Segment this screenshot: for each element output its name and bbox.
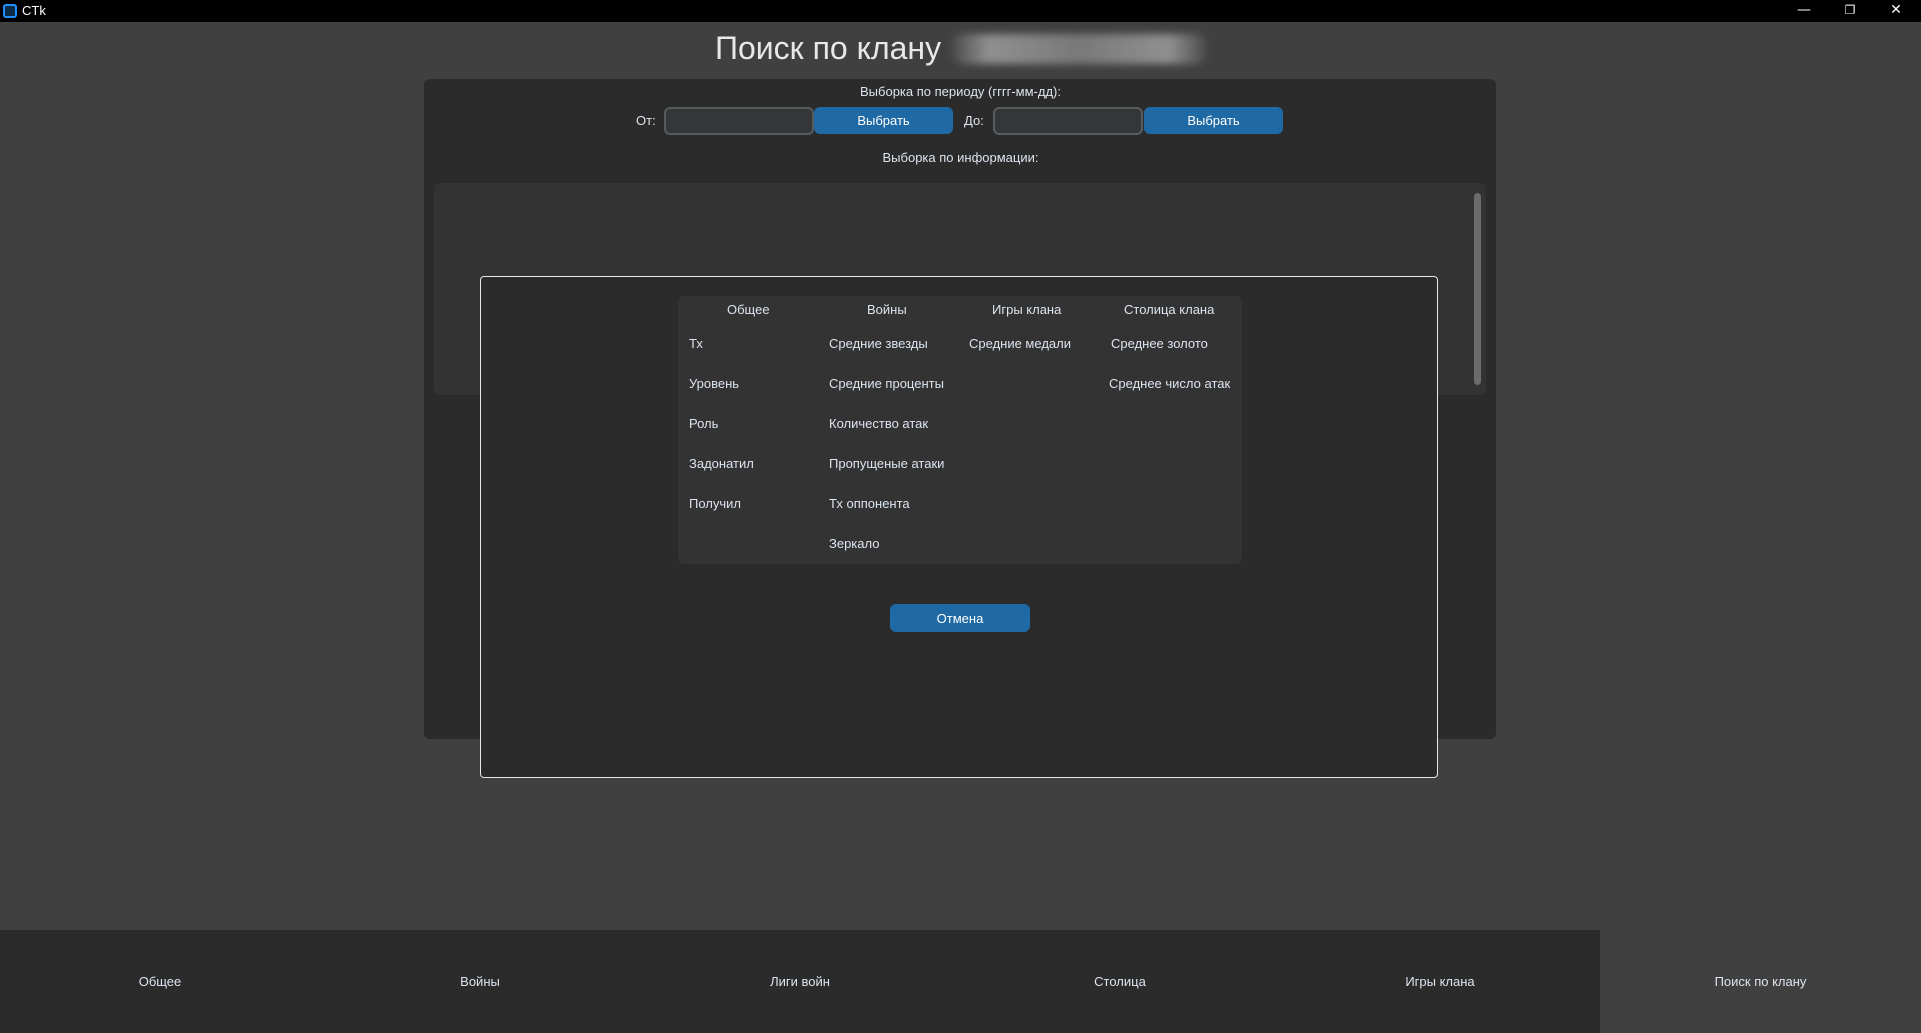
to-label: До: — [964, 113, 984, 128]
redacted-clan-name — [950, 34, 1208, 64]
tab-general[interactable]: Общее — [0, 930, 320, 1033]
window-titlebar: CTk — ❐ ✕ — [0, 0, 1921, 22]
tab-wars[interactable]: Войны — [320, 930, 640, 1033]
cancel-button[interactable]: Отмена — [890, 604, 1030, 632]
menu-item-avg-stars[interactable]: Средние звезды — [829, 336, 928, 351]
column-header-clan-capital: Столица клана — [1124, 302, 1215, 317]
scrollbar[interactable] — [1474, 193, 1481, 385]
tab-capital[interactable]: Столица — [960, 930, 1280, 1033]
to-select-button[interactable]: Выбрать — [1144, 107, 1283, 134]
menu-item-role[interactable]: Роль — [689, 416, 718, 431]
menu-item-avg-percent[interactable]: Средние проценты — [829, 376, 944, 391]
menu-item-avg-gold[interactable]: Среднее золото — [1111, 336, 1208, 351]
menu-item-th[interactable]: Тх — [689, 336, 703, 351]
menu-item-donated[interactable]: Задонатил — [689, 456, 754, 471]
period-label: Выборка по периоду (гггг-мм-дд): — [860, 84, 1061, 99]
bottom-nav: Общее Войны Лиги войн Столица Игры клана… — [0, 930, 1921, 1033]
info-label: Выборка по информации: — [882, 150, 1039, 165]
tab-clan-search[interactable]: Поиск по клану — [1600, 930, 1921, 1033]
app-icon — [3, 4, 17, 18]
window-title: CTk — [22, 3, 46, 18]
page-title: Поиск по клану — [715, 30, 942, 66]
column-header-wars: Войны — [867, 302, 907, 317]
tab-war-leagues[interactable]: Лиги войн — [640, 930, 960, 1033]
column-header-general: Общее — [727, 302, 770, 317]
from-date-input[interactable] — [664, 107, 814, 135]
minimize-button[interactable]: — — [1781, 0, 1827, 22]
maximize-button[interactable]: ❐ — [1827, 0, 1873, 22]
menu-item-missed-attacks[interactable]: Пропущеные атаки — [829, 456, 944, 471]
tab-clan-games[interactable]: Игры клана — [1280, 930, 1600, 1033]
menu-item-mirror[interactable]: Зеркало — [829, 536, 879, 551]
close-button[interactable]: ✕ — [1873, 0, 1919, 22]
menu-item-level[interactable]: Уровень — [689, 376, 739, 391]
from-select-button[interactable]: Выбрать — [814, 107, 953, 134]
to-date-input[interactable] — [993, 107, 1143, 135]
menu-item-opponent-th[interactable]: Тх оппонента — [829, 496, 910, 511]
column-header-clan-games: Игры клана — [992, 302, 1062, 317]
menu-item-attack-count[interactable]: Количество атак — [829, 416, 928, 431]
menu-item-avg-medals[interactable]: Средние медали — [969, 336, 1071, 351]
from-label: От: — [636, 113, 656, 128]
menu-item-avg-attacks[interactable]: Среднее число атак — [1109, 376, 1230, 391]
menu-item-received[interactable]: Получил — [689, 496, 741, 511]
